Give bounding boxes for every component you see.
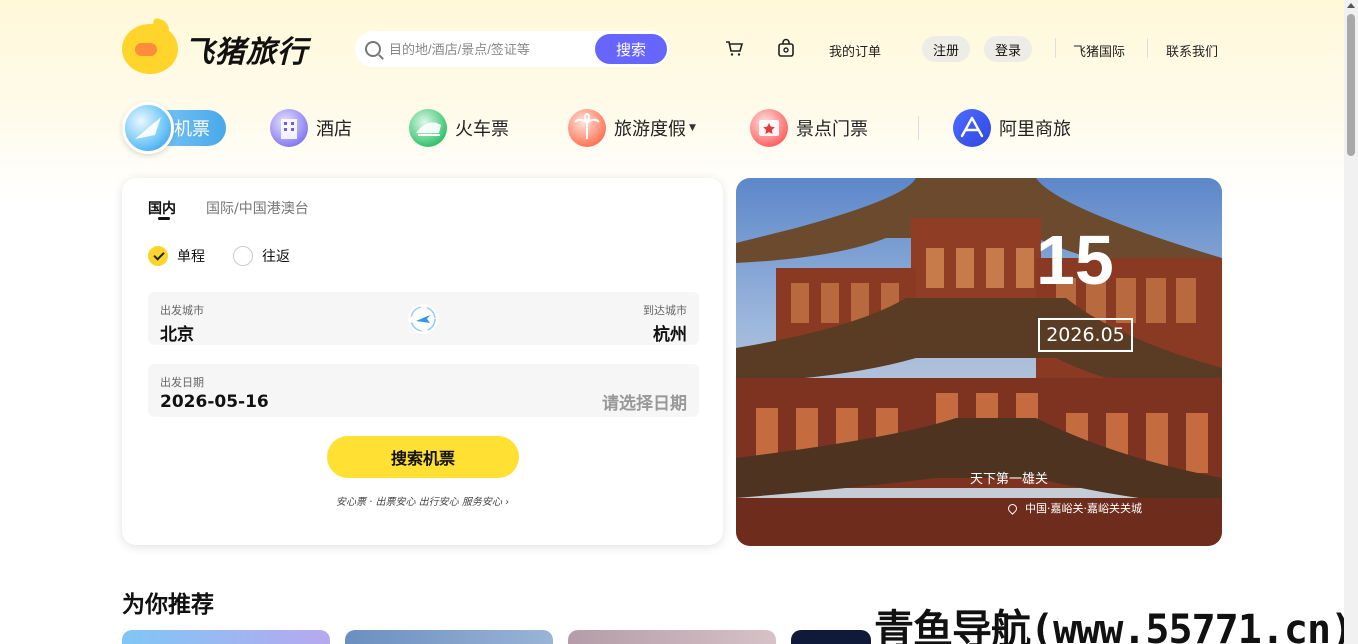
cart-icon[interactable] xyxy=(724,38,744,58)
flight-search-card: 国内 国际/中国港澳台 单程 往返 出发城市 北京 到达城市 杭州 出发日期 2… xyxy=(122,178,723,545)
divider xyxy=(1055,38,1056,58)
recommend-card[interactable] xyxy=(122,630,330,644)
nav-item-label: 酒店 xyxy=(316,119,352,140)
date-placeholder: 请选择日期 xyxy=(602,394,687,414)
contact-link[interactable]: 联系我们 xyxy=(1166,41,1218,60)
category-nav: 机票 酒店 火车票 旅游度假 ▼ 景点门票 阿里商旅 xyxy=(122,100,1222,156)
alibiz-icon xyxy=(953,109,991,147)
city-route-field: 出发城市 北京 到达城市 杭州 xyxy=(148,292,699,345)
assurance-link[interactable]: 安心票 · 出票安心 出行安心 服务安心 › xyxy=(122,493,723,508)
search-icon xyxy=(365,41,381,57)
nav-item-flights[interactable]: 机票 xyxy=(122,100,236,156)
vacation-icon xyxy=(568,109,606,147)
departure-date-field[interactable]: 出发日期 2026-05-16 请选择日期 xyxy=(148,364,699,417)
nav-item-label: 旅游度假 xyxy=(614,119,686,140)
from-city-label: 出发城市 xyxy=(160,304,204,317)
recommend-card[interactable] xyxy=(791,630,871,644)
nav-item-label: 机票 xyxy=(174,119,210,140)
date-label: 出发日期 xyxy=(160,376,204,389)
recommend-card[interactable] xyxy=(345,630,553,644)
to-city-field[interactable]: 到达城市 杭州 xyxy=(449,292,699,345)
divider xyxy=(1147,38,1148,58)
register-button[interactable]: 注册 xyxy=(922,36,971,62)
search-bar: 搜索 xyxy=(355,31,669,67)
watermark: 青鱼导航(www.55771.cn) xyxy=(874,607,1354,644)
brand-name: 飞猪旅行 xyxy=(184,35,308,70)
scroll-thumb[interactable] xyxy=(1347,14,1355,156)
search-input[interactable] xyxy=(389,41,589,57)
hotel-icon xyxy=(270,109,308,147)
nav-item-label: 景点门票 xyxy=(796,119,868,140)
tab-international[interactable]: 国际/中国港澳台 xyxy=(206,198,309,218)
nav-item-alibiz[interactable]: 阿里商旅 xyxy=(953,100,1071,156)
search-flights-button[interactable]: 搜索机票 xyxy=(327,436,519,478)
nav-divider xyxy=(918,116,919,140)
trip-type-oneway[interactable]: 单程 xyxy=(148,246,205,266)
chevron-down-icon: ▼ xyxy=(689,123,696,133)
train-icon xyxy=(409,109,447,147)
hero-location: 中国·嘉峪关·嘉峪关关城 xyxy=(1006,500,1142,516)
radio-label: 往返 xyxy=(262,249,290,265)
hero-location-text: 中国·嘉峪关·嘉峪关关城 xyxy=(1025,502,1142,515)
to-city-value: 杭州 xyxy=(653,325,687,345)
swap-plane-icon xyxy=(410,306,436,332)
plane-icon xyxy=(122,102,174,154)
nav-item-train[interactable]: 火车票 xyxy=(409,100,509,156)
date-value: 2026-05-16 xyxy=(160,392,269,412)
location-pin-icon xyxy=(1006,501,1019,515)
from-city-value: 北京 xyxy=(160,325,194,345)
scrollbar[interactable] xyxy=(1344,0,1358,644)
tab-underline xyxy=(158,217,170,220)
hero-banner[interactable]: 15 2026.05 天下第一雄关 中国·嘉峪关·嘉峪关关城 xyxy=(736,178,1222,546)
nav-item-hotel[interactable]: 酒店 xyxy=(270,100,352,156)
my-orders-link[interactable]: 我的订单 xyxy=(829,41,881,60)
tab-domestic[interactable]: 国内 xyxy=(148,198,176,218)
login-button[interactable]: 登录 xyxy=(984,36,1033,62)
top-bar: 飞猪旅行 搜索 我的订单 注册 登录 飞猪国际 联系我们 xyxy=(0,0,1344,96)
recommend-title: 为你推荐 xyxy=(122,592,214,618)
recommend-card[interactable] xyxy=(568,630,776,644)
nav-item-label: 火车票 xyxy=(455,119,509,140)
nav-item-label: 阿里商旅 xyxy=(999,119,1071,140)
scroll-up-icon[interactable] xyxy=(1347,3,1355,8)
hero-image xyxy=(736,178,1222,546)
to-city-label: 到达城市 xyxy=(643,304,687,317)
brand-logo[interactable]: 飞猪旅行 xyxy=(122,17,308,74)
hero-year-month: 2026.05 xyxy=(1038,318,1133,352)
radio-label: 单程 xyxy=(177,249,205,265)
nav-item-vacation[interactable]: 旅游度假 ▼ xyxy=(568,100,696,156)
international-link[interactable]: 飞猪国际 xyxy=(1073,41,1125,60)
search-button[interactable]: 搜索 xyxy=(595,34,667,64)
from-city-field[interactable]: 出发城市 北京 xyxy=(148,292,398,345)
radio-unchecked-icon xyxy=(233,246,253,266)
hero-title: 天下第一雄关 xyxy=(969,472,1048,487)
trip-type-roundtrip[interactable]: 往返 xyxy=(233,246,290,266)
ticket-icon xyxy=(750,109,788,147)
radio-checked-icon xyxy=(148,246,168,266)
swap-cities-button[interactable] xyxy=(408,304,438,334)
bag-icon[interactable] xyxy=(776,38,796,58)
pig-logo-icon xyxy=(122,17,178,74)
nav-item-tickets[interactable]: 景点门票 xyxy=(750,100,868,156)
hero-day: 15 xyxy=(1036,221,1114,299)
